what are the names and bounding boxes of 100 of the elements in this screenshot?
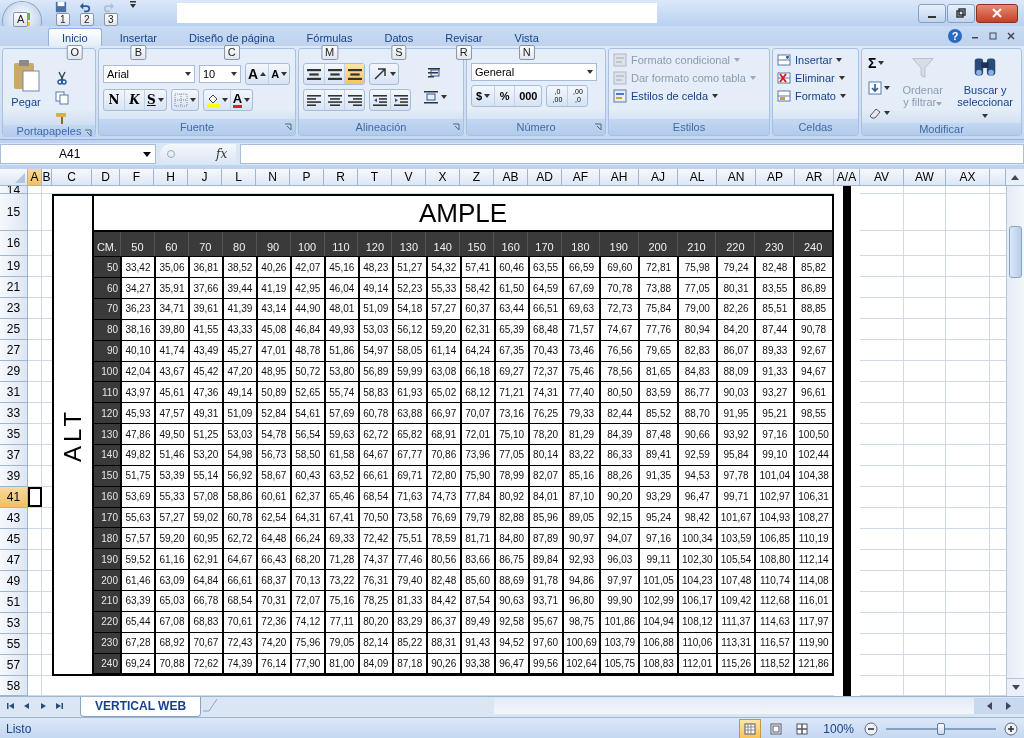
borders-button[interactable] — [171, 90, 198, 110]
row-header[interactable]: 15 — [0, 194, 27, 231]
row-header[interactable]: 21 — [0, 277, 27, 298]
ribbon-tab[interactable]: Insertar — [105, 28, 171, 46]
help-button[interactable]: ? — [948, 29, 962, 43]
column-header[interactable]: J — [188, 169, 222, 185]
font-field[interactable]: Arial — [103, 65, 195, 83]
insert-function-button[interactable]: fx — [216, 147, 228, 161]
slider-thumb[interactable] — [937, 722, 945, 735]
zoom-in-button[interactable] — [1004, 721, 1018, 736]
column-header[interactable]: AJ — [639, 169, 678, 185]
column-header[interactable]: AP — [756, 169, 795, 185]
sheet-tab[interactable]: VERTICAL WEB — [80, 697, 202, 717]
ribbon-tab[interactable]: Revisar — [431, 28, 497, 46]
row-header[interactable]: 16 — [0, 231, 27, 256]
row-header[interactable]: 47 — [0, 550, 27, 571]
column-header[interactable]: L — [222, 169, 256, 185]
row-header[interactable]: 14 — [0, 186, 27, 194]
column-header[interactable]: F — [120, 169, 154, 185]
zoom-level[interactable]: 100% — [823, 721, 854, 736]
horizontal-scrollbar[interactable] — [494, 698, 1024, 714]
align-button[interactable] — [344, 90, 364, 110]
close-button[interactable] — [976, 3, 1018, 23]
column-header[interactable]: AH — [600, 169, 639, 185]
launcher-icon[interactable] — [594, 123, 602, 131]
close-icon[interactable] — [1006, 31, 1016, 41]
row-header[interactable]: 41 — [0, 487, 27, 508]
cells-menu-button[interactable]: Insertar — [777, 53, 854, 67]
zoom-out-button[interactable] — [864, 721, 878, 736]
next-sheet-icon[interactable] — [38, 701, 48, 711]
percent-button[interactable]: % — [494, 86, 515, 106]
previous-sheet-icon[interactable] — [22, 701, 32, 711]
undo-button[interactable] — [77, 1, 93, 13]
scissors-icon[interactable] — [55, 71, 69, 85]
formula-field[interactable] — [240, 144, 1024, 164]
column-header[interactable]: C — [52, 169, 92, 185]
row-header[interactable]: 51 — [0, 592, 27, 613]
column-header[interactable]: X — [426, 169, 460, 185]
row-header[interactable]: 29 — [0, 361, 27, 382]
column-header[interactable]: AN — [717, 169, 756, 185]
brush-icon[interactable] — [55, 111, 69, 125]
italic-button[interactable]: K — [124, 90, 144, 110]
launcher-icon[interactable] — [452, 123, 460, 131]
indent-button[interactable] — [390, 90, 410, 110]
column-header[interactable]: A — [28, 169, 42, 185]
thousands-button[interactable]: 000 — [514, 86, 542, 106]
row-header[interactable]: 43 — [0, 508, 27, 529]
underline-button[interactable]: S — [144, 90, 166, 110]
column-header[interactable]: R — [324, 169, 358, 185]
column-header[interactable]: AL — [678, 169, 717, 185]
ribbon-tab[interactable]: Diseño de página — [175, 28, 289, 46]
restore-icon[interactable] — [988, 31, 998, 41]
column-header[interactable]: D — [92, 169, 120, 185]
scroll-right-icon[interactable] — [1004, 702, 1012, 710]
scroll-down-button[interactable] — [1007, 678, 1024, 696]
column-header[interactable]: AF — [562, 169, 600, 185]
column-header[interactable]: A/A — [834, 169, 860, 185]
align-button[interactable] — [324, 90, 344, 110]
column-header[interactable]: T — [358, 169, 392, 185]
row-header[interactable]: 49 — [0, 571, 27, 592]
styles-menu-button[interactable]: Estilos de celda — [613, 89, 765, 103]
column-header[interactable]: AB — [494, 169, 528, 185]
row-header[interactable]: 23 — [0, 298, 27, 319]
align-button[interactable] — [344, 64, 364, 84]
launcher-icon[interactable] — [284, 123, 292, 131]
column-header[interactable]: P — [290, 169, 324, 185]
column-header[interactable]: N — [256, 169, 290, 185]
scroll-thumb[interactable] — [1009, 226, 1022, 278]
customize-caret-icon[interactable] — [129, 1, 137, 9]
row-header[interactable]: 25 — [0, 319, 27, 340]
cells-menu-button[interactable]: Eliminar — [777, 71, 854, 85]
find-select-button[interactable]: Buscar y seleccionar — [953, 53, 1017, 123]
column-header[interactable]: AX — [946, 169, 990, 185]
row-header[interactable]: 37 — [0, 445, 27, 466]
row-header[interactable]: 55 — [0, 634, 27, 655]
save-button[interactable] — [53, 1, 69, 13]
row-header[interactable]: 53 — [0, 613, 27, 634]
scroll-left-icon[interactable] — [986, 702, 994, 710]
row-header[interactable]: 33 — [0, 403, 27, 424]
cells-menu-button[interactable]: Formato — [777, 89, 854, 103]
ribbon-tab[interactable]: Inicio — [48, 28, 102, 46]
ribbon-tab[interactable]: Datos — [370, 28, 428, 46]
paste-button[interactable]: Pegar — [7, 53, 45, 125]
row-header[interactable]: 27 — [0, 340, 27, 361]
row-header[interactable]: 31 — [0, 382, 27, 403]
ribbon-tab[interactable]: Fórmulas — [292, 28, 367, 46]
row-header[interactable]: 57 — [0, 655, 27, 676]
column-header[interactable]: AD — [528, 169, 562, 185]
fill-button[interactable] — [866, 78, 892, 98]
launcher-icon[interactable] — [84, 129, 92, 137]
restore-button[interactable] — [947, 3, 975, 23]
grow-font-button[interactable]: A — [246, 64, 269, 84]
name-box[interactable]: A41 — [0, 144, 156, 164]
normal-view-button[interactable] — [739, 718, 762, 738]
number-format-field[interactable]: General — [471, 63, 597, 81]
row-header[interactable]: 35 — [0, 424, 27, 445]
last-sheet-icon[interactable] — [54, 701, 64, 711]
bold-button[interactable]: N — [104, 90, 124, 110]
column-header[interactable]: H — [154, 169, 188, 185]
minimize-button[interactable] — [918, 3, 946, 23]
